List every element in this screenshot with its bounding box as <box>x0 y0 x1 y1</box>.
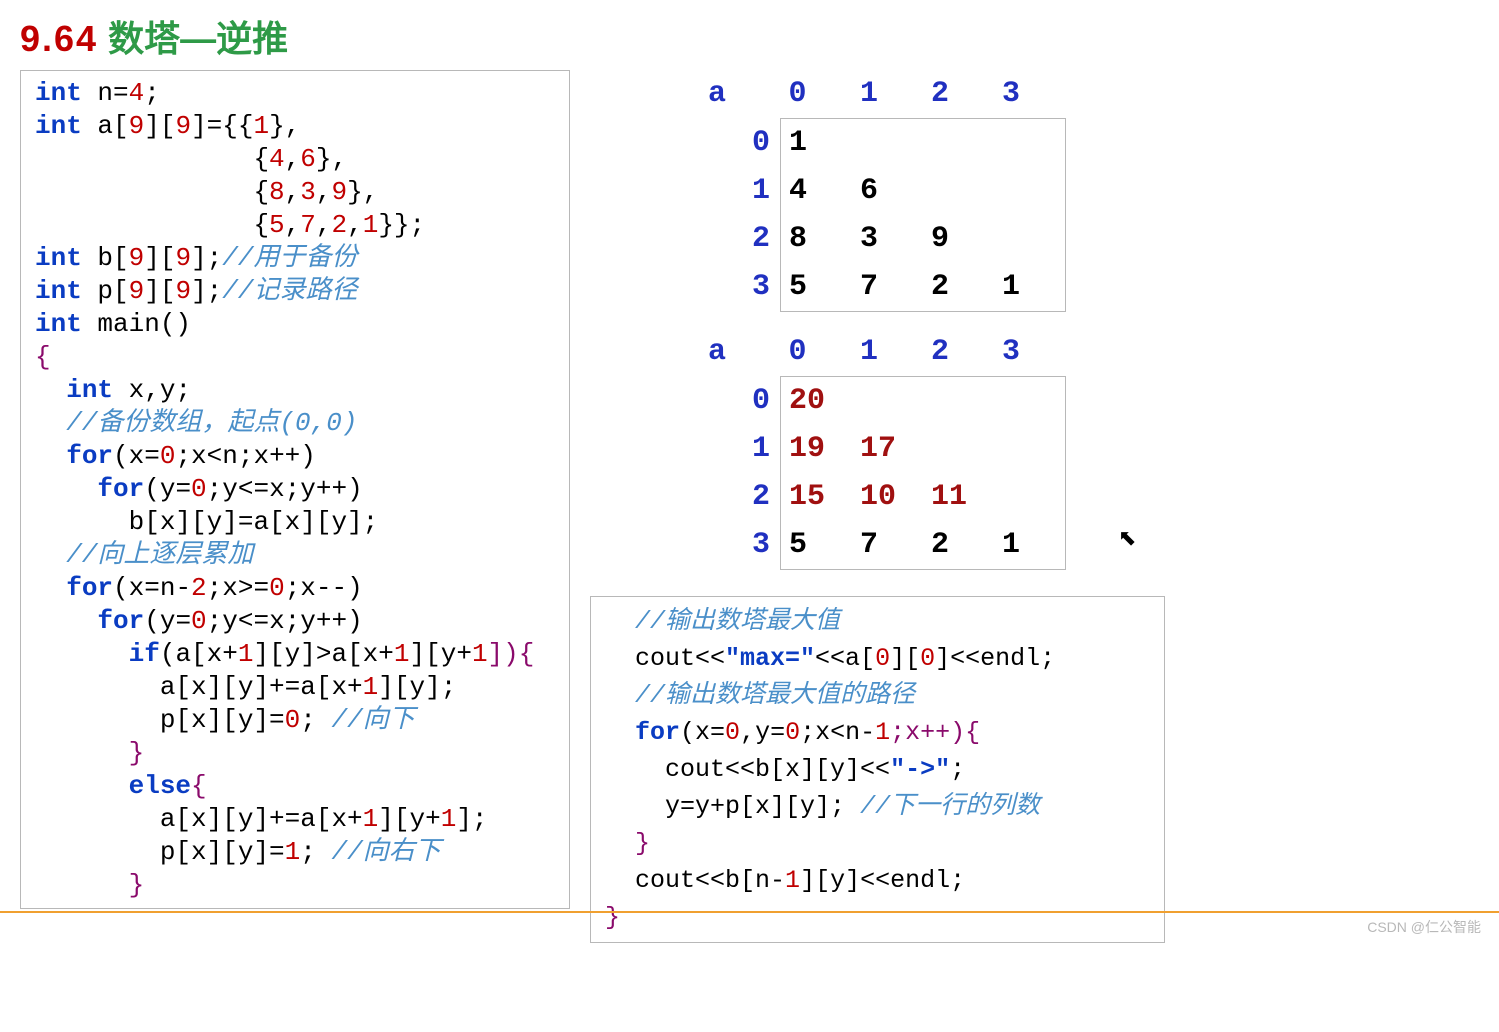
right-column: a 0 1 2 3 0 1 1 4 6 2 8 <box>590 70 1165 943</box>
watermark: CSDN @仁公智能 <box>1367 917 1481 937</box>
array-table-initial: a 0 1 2 3 0 1 1 4 6 2 8 <box>700 70 1165 312</box>
code-block-right: //输出数塔最大值 cout<<"max="<<a[0][0]<<endl; /… <box>590 596 1165 943</box>
code-block-left: int n=4; int a[9][9]={{1}, {4,6}, {8,3,9… <box>20 70 570 909</box>
mouse-cursor-icon: ⬉ <box>1118 525 1136 551</box>
page-title: 9.64 数塔—逆推 <box>20 10 1479 62</box>
divider <box>0 911 1499 913</box>
content-layout: int n=4; int a[9][9]={{1}, {4,6}, {8,3,9… <box>20 70 1479 943</box>
table-label: a <box>700 328 781 377</box>
title-text: 数塔—逆推 <box>108 18 288 59</box>
title-number: 9.64 <box>20 18 98 59</box>
table-label: a <box>700 70 781 119</box>
array-table-result: a 0 1 2 3 0 20 1 19 17 2 <box>700 328 1165 570</box>
